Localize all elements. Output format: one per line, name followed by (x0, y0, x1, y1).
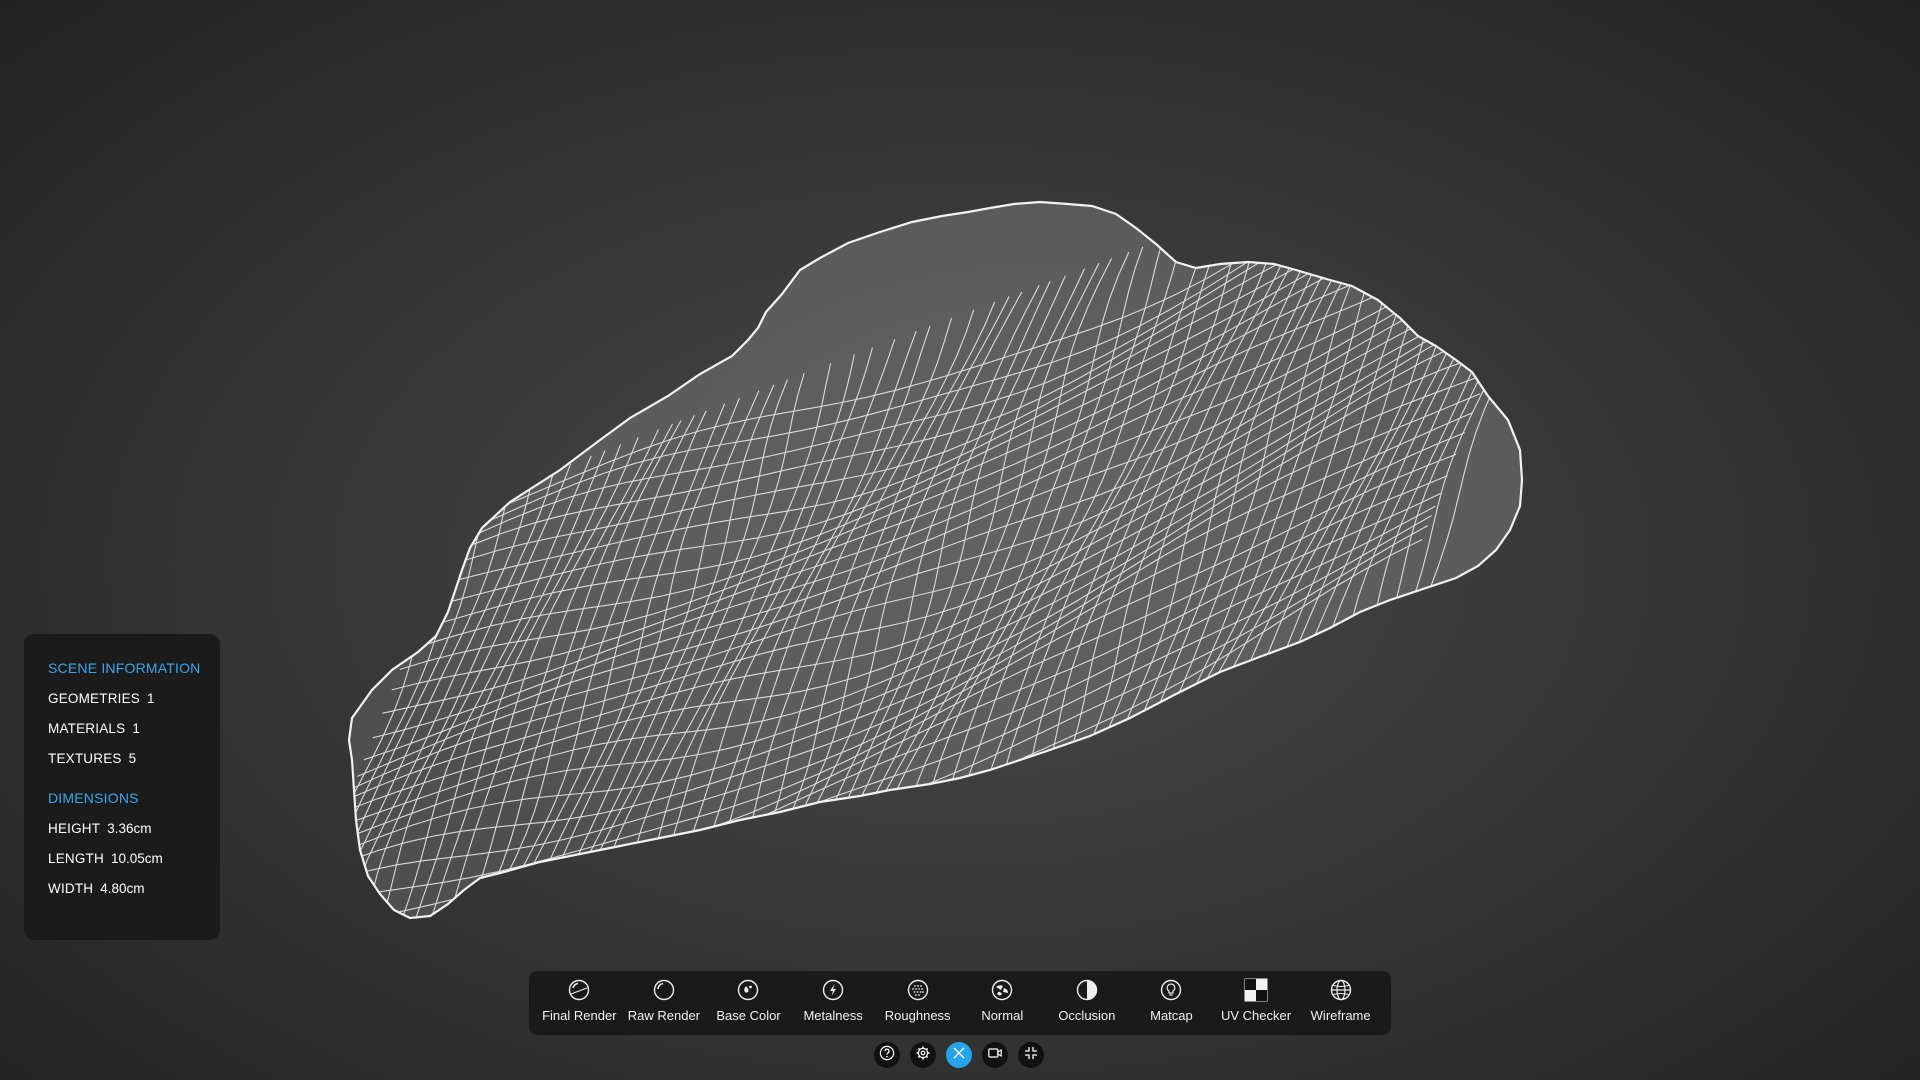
exit-fullscreen-icon (1023, 1045, 1039, 1066)
occlusion-label: Occlusion (1058, 1008, 1116, 1023)
textures-row: TEXTURES 5 (48, 744, 220, 774)
raw-render-button[interactable]: Raw Render (622, 971, 707, 1035)
base-color-label: Base Color (716, 1008, 781, 1023)
settings-button[interactable] (910, 1042, 936, 1068)
settings-icon (915, 1045, 931, 1066)
length-value: 10.05cm (110, 851, 163, 866)
help-icon (879, 1045, 895, 1066)
matcap-icon (1159, 978, 1183, 1002)
roughness-label: Roughness (884, 1008, 951, 1023)
width-row: WIDTH 4.80cm (48, 874, 220, 904)
height-row: HEIGHT 3.36cm (48, 814, 220, 844)
video-camera-icon (987, 1045, 1003, 1066)
matcap-button[interactable]: Matcap (1129, 971, 1214, 1035)
close-icon (952, 1046, 966, 1065)
final-render-icon (567, 978, 591, 1002)
exit-fullscreen-button[interactable] (1018, 1042, 1044, 1068)
width-label: WIDTH (48, 881, 94, 896)
uv-checker-label: UV Checker (1221, 1008, 1292, 1023)
roughness-button[interactable]: Roughness (875, 971, 960, 1035)
textures-label: TEXTURES (48, 751, 122, 766)
materials-value: 1 (132, 721, 140, 736)
uv-checker-icon (1244, 978, 1268, 1002)
final-render-button[interactable]: Final Render (537, 971, 622, 1035)
wireframe-label: Wireframe (1310, 1008, 1371, 1023)
geometries-value: 1 (147, 691, 155, 706)
raw-render-label: Raw Render (627, 1008, 701, 1023)
geometries-row: GEOMETRIES 1 (48, 684, 220, 714)
scene-info-panel: SCENE INFORMATION GEOMETRIES 1 MATERIALS 1… (24, 634, 220, 940)
base-color-button[interactable]: Base Color (706, 971, 791, 1035)
materials-row: MATERIALS 1 (48, 714, 220, 744)
video-camera-button[interactable] (982, 1042, 1008, 1068)
raw-render-icon (652, 978, 676, 1002)
metalness-button[interactable]: Metalness (791, 971, 876, 1035)
roughness-icon (906, 978, 930, 1002)
occlusion-button[interactable]: Occlusion (1045, 971, 1130, 1035)
height-value: 3.36cm (107, 821, 152, 836)
length-label: LENGTH (48, 851, 104, 866)
dimensions-heading: DIMENSIONS (48, 790, 139, 806)
length-row: LENGTH 10.05cm (48, 844, 220, 874)
width-value: 4.80cm (100, 881, 145, 896)
wireframe-mesh (347, 200, 1524, 920)
metalness-icon (821, 978, 845, 1002)
matcap-label: Matcap (1150, 1008, 1193, 1023)
geometries-label: GEOMETRIES (48, 691, 141, 706)
uv-checker-button[interactable]: UV Checker (1214, 971, 1299, 1035)
materials-label: MATERIALS (48, 721, 126, 736)
final-render-label: Final Render (542, 1008, 617, 1023)
height-label: HEIGHT (48, 821, 101, 836)
3d-viewport[interactable] (0, 0, 1920, 1080)
close-button[interactable] (946, 1042, 972, 1068)
wireframe-button[interactable]: Wireframe (1298, 971, 1383, 1035)
render-mode-toolbar: Final Render Raw Render Base Color Metal… (529, 971, 1391, 1035)
textures-value: 5 (128, 751, 137, 766)
viewer-controls (874, 1042, 1054, 1070)
help-button[interactable] (874, 1042, 900, 1068)
metalness-label: Metalness (803, 1008, 863, 1023)
normal-icon (990, 978, 1014, 1002)
base-color-icon (736, 978, 760, 1002)
wireframe-icon (1329, 978, 1353, 1002)
scene-information-heading: SCENE INFORMATION (48, 660, 201, 676)
normal-label: Normal (981, 1008, 1024, 1023)
normal-button[interactable]: Normal (960, 971, 1045, 1035)
occlusion-icon (1075, 978, 1099, 1002)
